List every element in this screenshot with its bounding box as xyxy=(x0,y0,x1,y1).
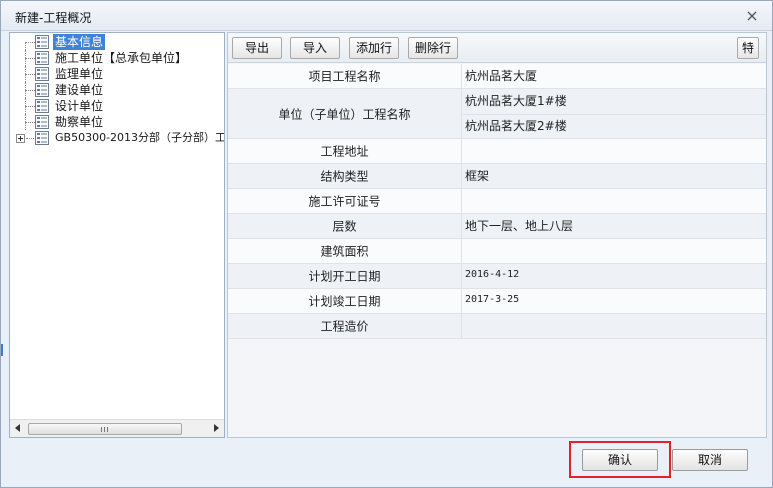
field-label-text: 施工许可证号 xyxy=(308,194,381,209)
tree-node-icon xyxy=(35,67,49,81)
scroll-grip-icon xyxy=(101,427,108,432)
tree-line xyxy=(26,138,34,139)
field-label: 结构类型 xyxy=(228,164,462,188)
field-label: 计划开工日期 xyxy=(228,264,462,288)
field-value[interactable]: 2016-4-12 xyxy=(465,269,519,280)
table-row: 计划竣工日期 2017-3-25 xyxy=(228,289,766,314)
field-label: 计划竣工日期 xyxy=(228,289,462,313)
add-row-button[interactable]: 添加行 xyxy=(349,37,399,59)
table-row: 施工许可证号 xyxy=(228,189,766,214)
scroll-right-icon[interactable] xyxy=(214,424,219,432)
title-bar[interactable]: 新建-工程概况 xyxy=(1,1,772,31)
tree-node-icon xyxy=(35,35,49,49)
field-label-text: 计划竣工日期 xyxy=(308,294,381,309)
scroll-left-icon[interactable] xyxy=(15,424,20,432)
field-label-text: 项目工程名称 xyxy=(308,69,381,84)
field-label-text: 建筑面积 xyxy=(320,244,369,259)
close-icon[interactable] xyxy=(746,10,758,22)
field-value[interactable]: 框架 xyxy=(465,167,489,184)
table-row: 单位（子单位）工程名称 杭州品茗大厦1#楼 杭州品茗大厦2#楼 xyxy=(228,89,766,139)
cancel-button[interactable]: 取消 xyxy=(672,449,748,471)
tree-panel: 基本信息 施工单位【总承包单位】 监理单位 建设单位 设计单位 勘察单位 GB5… xyxy=(9,32,225,438)
field-label: 施工许可证号 xyxy=(228,189,462,213)
tree-item-construction-unit[interactable]: 施工单位【总承包单位】 xyxy=(10,50,224,66)
field-label-text: 层数 xyxy=(332,219,357,234)
dialog-window: 新建-工程概况 基本信息 施工单位【总承包单位】 监理单位 建设单位 设计单位 … xyxy=(0,0,773,488)
tree-item-label: 监理单位 xyxy=(55,67,104,81)
tree-item-label: 设计单位 xyxy=(55,99,104,113)
scrollbar-thumb[interactable] xyxy=(28,423,182,435)
table-row: 建筑面积 xyxy=(228,239,766,264)
tree-item-label: 施工单位【总承包单位】 xyxy=(55,51,188,65)
tree-item-label: GB50300-2013分部（子分部）工程 xyxy=(55,131,225,144)
field-label-text: 结构类型 xyxy=(320,169,369,184)
field-value[interactable]: 地下一层、地上八层 xyxy=(465,217,573,234)
tree-node-icon xyxy=(35,131,49,145)
tree-node-icon xyxy=(35,51,49,65)
field-label: 层数 xyxy=(228,214,462,238)
tree-item-survey-unit[interactable]: 勘察单位 xyxy=(10,114,224,130)
horizontal-scrollbar[interactable] xyxy=(10,419,224,437)
field-label: 工程地址 xyxy=(228,139,462,163)
field-label-text: 单位（子单位）工程名称 xyxy=(278,107,411,121)
delete-row-button[interactable]: 删除行 xyxy=(408,37,458,59)
table-row: 层数 地下一层、地上八层 xyxy=(228,214,766,239)
field-label: 工程造价 xyxy=(228,314,462,338)
tree-node-icon xyxy=(35,99,49,113)
export-button[interactable]: 导出 xyxy=(232,37,282,59)
confirm-button[interactable]: 确认 xyxy=(582,449,658,471)
import-button[interactable]: 导入 xyxy=(290,37,340,59)
field-value[interactable]: 杭州品茗大厦2#楼 xyxy=(465,117,567,134)
row-divider xyxy=(463,114,766,115)
tree-node-icon xyxy=(35,115,49,129)
window-title: 新建-工程概况 xyxy=(15,11,92,25)
tree-item-design-unit[interactable]: 设计单位 xyxy=(10,98,224,114)
tree-item-owner-unit[interactable]: 建设单位 xyxy=(10,82,224,98)
field-label-text: 工程地址 xyxy=(320,144,369,159)
details-panel: 导出 导入 添加行 删除行 特 项目工程名称 杭州品茗大厦 单位（子单位）工程名… xyxy=(227,32,767,438)
tree-item-label: 勘察单位 xyxy=(55,115,104,129)
tree-node-icon xyxy=(35,83,49,97)
table-row: 项目工程名称 杭州品茗大厦 xyxy=(228,64,766,89)
table-row: 计划开工日期 2016-4-12 xyxy=(228,264,766,289)
tree-line xyxy=(25,42,26,50)
toolbar: 导出 导入 添加行 删除行 特 xyxy=(228,33,766,63)
field-label: 项目工程名称 xyxy=(228,64,462,88)
edge-marker xyxy=(1,344,3,356)
table-row: 工程地址 xyxy=(228,139,766,164)
special-char-button[interactable]: 特 xyxy=(737,37,759,59)
tree-item-label: 基本信息 xyxy=(53,34,106,50)
category-tree: 基本信息 施工单位【总承包单位】 监理单位 建设单位 设计单位 勘察单位 GB5… xyxy=(10,33,224,421)
tree-item-basic-info[interactable]: 基本信息 xyxy=(10,34,224,50)
expand-plus-icon[interactable] xyxy=(16,134,25,143)
field-label: 建筑面积 xyxy=(228,239,462,263)
field-value[interactable]: 杭州品茗大厦1#楼 xyxy=(465,92,567,109)
field-label-text: 计划开工日期 xyxy=(308,269,381,284)
tree-item-supervision-unit[interactable]: 监理单位 xyxy=(10,66,224,82)
field-label: 单位（子单位）工程名称 xyxy=(228,89,462,138)
table-row: 工程造价 xyxy=(228,314,766,339)
field-value[interactable]: 2017-3-25 xyxy=(465,294,519,305)
field-label-text: 工程造价 xyxy=(320,319,369,334)
table-row: 结构类型 框架 xyxy=(228,164,766,189)
field-value[interactable]: 杭州品茗大厦 xyxy=(465,67,537,84)
tree-item-gb50300[interactable]: GB50300-2013分部（子分部）工程 xyxy=(10,130,225,146)
tree-item-label: 建设单位 xyxy=(55,83,104,97)
